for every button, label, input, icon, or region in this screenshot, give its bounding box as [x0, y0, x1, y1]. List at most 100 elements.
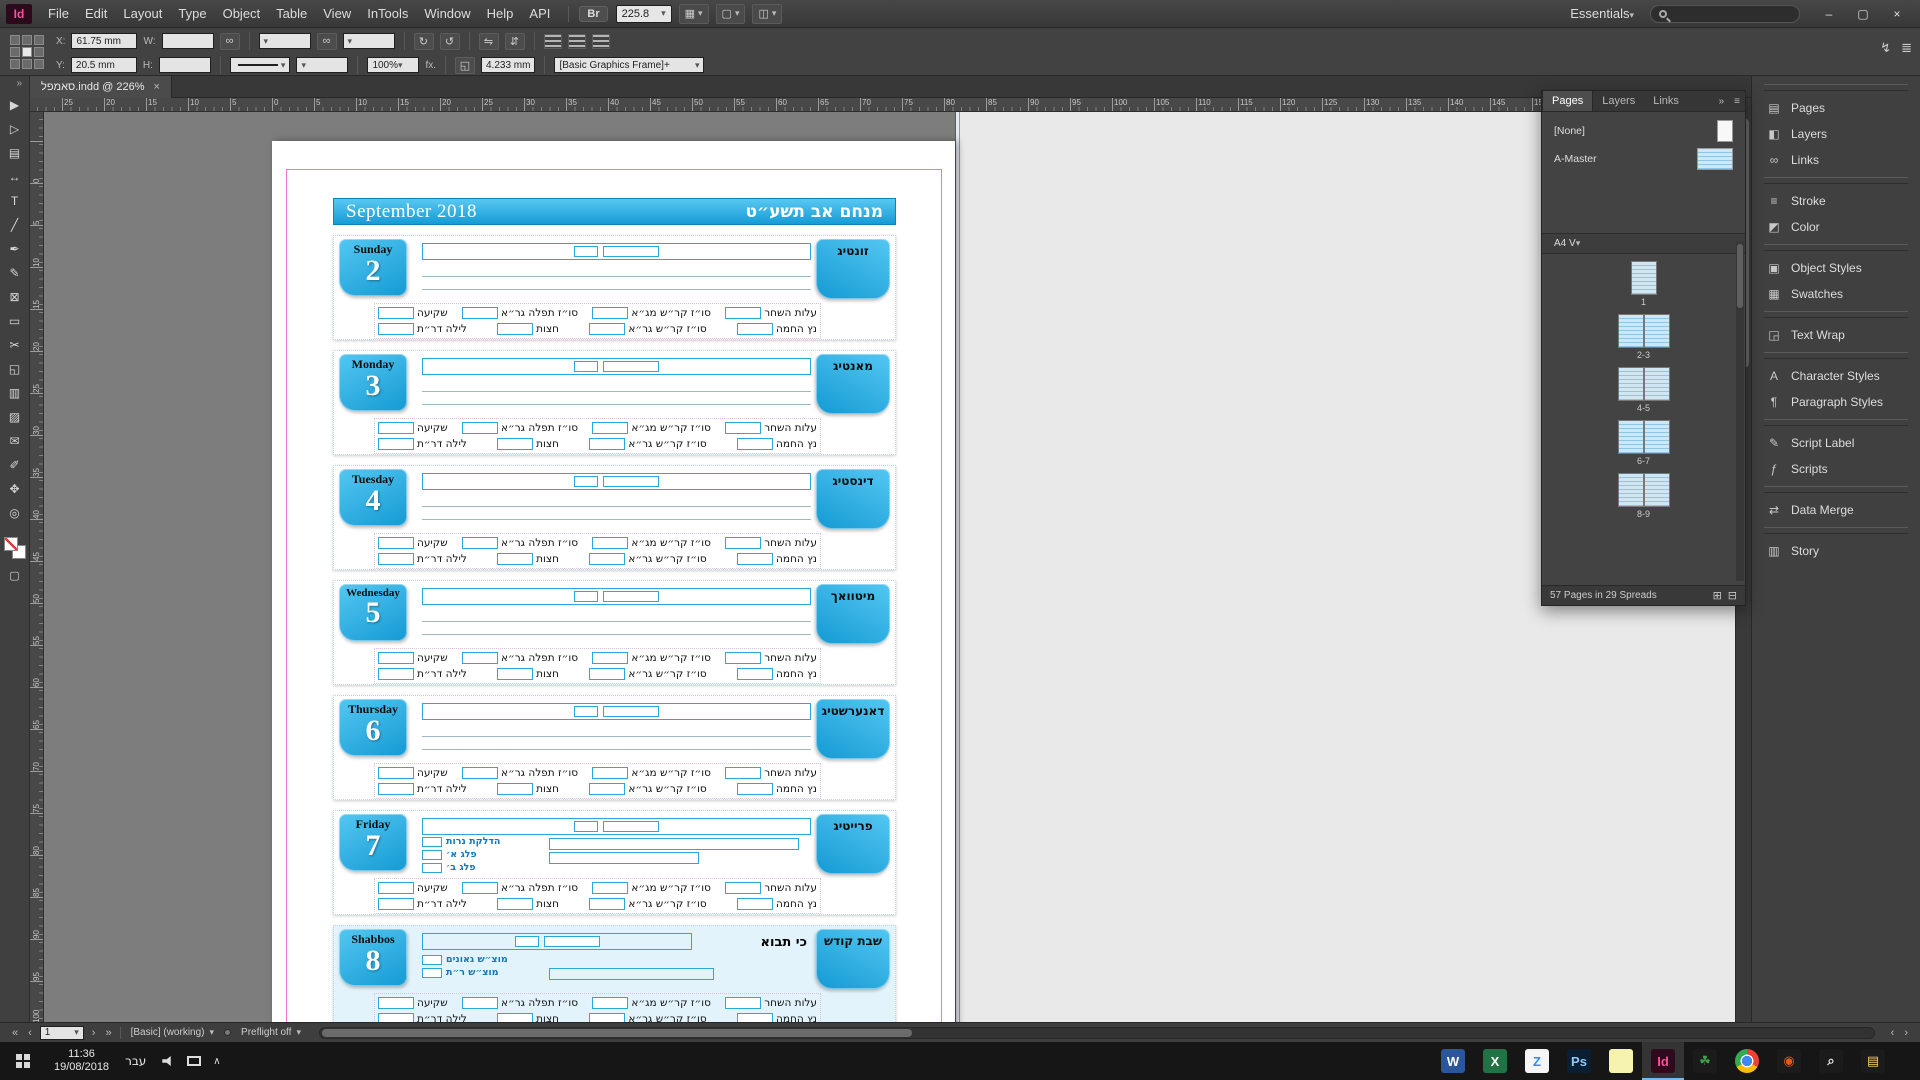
- calendar-day-row[interactable]: Sunday 2 זונטיג עלות השחרסו״ז קר״ש מג״אס…: [333, 235, 896, 340]
- menu-item[interactable]: Edit: [77, 0, 115, 27]
- close-button[interactable]: ×: [1880, 2, 1914, 26]
- master-a-thumbnail[interactable]: [1697, 148, 1733, 170]
- fitting-icons[interactable]: [592, 34, 610, 49]
- menu-item[interactable]: API: [521, 0, 558, 27]
- scroll-left-button[interactable]: ‹: [1889, 1027, 1897, 1039]
- start-button[interactable]: [0, 1042, 46, 1080]
- tab-layers[interactable]: Layers: [1593, 91, 1644, 111]
- dock-grip[interactable]: [1764, 419, 1908, 426]
- calendar-day-row[interactable]: Wednesday 5 מיטוואך עלות השחרסו״ז קר״ש מ…: [333, 580, 896, 685]
- panel-menu-icon[interactable]: ≡: [1729, 96, 1745, 107]
- object-style-dropdown[interactable]: [Basic Graphics Frame]+: [554, 57, 704, 73]
- first-page-button[interactable]: «: [10, 1027, 20, 1039]
- volume-icon[interactable]: [162, 1055, 175, 1067]
- page-thumbnail[interactable]: [1644, 420, 1670, 454]
- pen-tool[interactable]: ✒: [3, 237, 27, 261]
- flip-horizontal-button[interactable]: ⇋: [479, 33, 499, 50]
- pencil-tool[interactable]: ✎: [3, 261, 27, 285]
- taskbar-app[interactable]: [1600, 1042, 1642, 1080]
- page-tool[interactable]: ▤: [3, 141, 27, 165]
- taskbar-app[interactable]: Id: [1642, 1042, 1684, 1080]
- dock-grip[interactable]: [1764, 311, 1908, 318]
- screen-mode-button[interactable]: ▢: [716, 4, 746, 24]
- calendar-day-row[interactable]: Tuesday 4 דינסטיג עלות השחרסו״ז קר״ש מג״…: [333, 465, 896, 570]
- selection-tool[interactable]: ▶: [3, 93, 27, 117]
- dock-panel-character-styles[interactable]: ACharacter Styles: [1752, 363, 1920, 389]
- preflight-dropdown[interactable]: Preflight off: [237, 1027, 305, 1038]
- document-page[interactable]: September 2018 מנחם אב תשע״ט Sunday 2 זו…: [272, 141, 955, 1022]
- menu-item[interactable]: File: [40, 0, 77, 27]
- align-icons[interactable]: [544, 34, 562, 49]
- document-canvas[interactable]: September 2018 מנחם אב תשע״ט Sunday 2 זו…: [44, 112, 1735, 1022]
- dock-grip[interactable]: [1764, 244, 1908, 251]
- hand-tool[interactable]: ✥: [3, 477, 27, 501]
- line-tool[interactable]: ╱: [3, 213, 27, 237]
- opacity-field[interactable]: 100%: [367, 57, 419, 73]
- page-thumbnail-group[interactable]: 4-5: [1542, 367, 1745, 413]
- calendar-header[interactable]: September 2018 מנחם אב תשע״ט: [333, 198, 896, 225]
- taskbar-app[interactable]: [1726, 1042, 1768, 1080]
- dock-panel-layers[interactable]: ◧Layers: [1752, 121, 1920, 147]
- constrain-scale-icon[interactable]: ∞: [317, 33, 337, 50]
- scissors-tool[interactable]: ✂: [3, 333, 27, 357]
- flip-vertical-button[interactable]: ⇵: [505, 33, 525, 50]
- rotation-angle-field[interactable]: [343, 33, 395, 49]
- scrollbar-thumb[interactable]: [322, 1029, 912, 1037]
- type-tool[interactable]: T: [3, 189, 27, 213]
- dock-panel-color[interactable]: ◩Color: [1752, 214, 1920, 240]
- zoom-tool[interactable]: ◎: [3, 501, 27, 525]
- taskbar-app[interactable]: ☘: [1684, 1042, 1726, 1080]
- vertical-ruler[interactable]: 0510152025303540455055606570758085909510…: [30, 112, 44, 1022]
- scale-x-field[interactable]: [259, 33, 311, 49]
- menu-item[interactable]: Table: [268, 0, 315, 27]
- language-indicator[interactable]: עבר: [117, 1054, 154, 1068]
- dock-panel-story[interactable]: ▥Story: [1752, 538, 1920, 564]
- display-icon[interactable]: [187, 1056, 201, 1066]
- menu-item[interactable]: Window: [416, 0, 478, 27]
- view-options-button[interactable]: ▦: [679, 4, 709, 24]
- dock-panel-scripts[interactable]: ƒScripts: [1752, 456, 1920, 482]
- master-none-thumbnail[interactable]: [1717, 120, 1733, 142]
- menu-item[interactable]: InTools: [359, 0, 416, 27]
- taskbar-app[interactable]: ⌕: [1810, 1042, 1852, 1080]
- menu-item[interactable]: View: [315, 0, 359, 27]
- page-thumbnail-group[interactable]: 6-7: [1542, 420, 1745, 466]
- tray-expand-icon[interactable]: ∧: [213, 1056, 220, 1067]
- dock-grip[interactable]: [1764, 486, 1908, 493]
- page-thumbnail[interactable]: [1618, 314, 1644, 348]
- page-thumbnail[interactable]: [1618, 473, 1644, 507]
- gap-tool[interactable]: ↔: [3, 165, 27, 189]
- calendar-day-row[interactable]: Monday 3 מאנטיג עלות השחרסו״ז קר״ש מג״אס…: [333, 350, 896, 455]
- taskbar-clock[interactable]: 11:36 19/08/2018: [46, 1048, 117, 1074]
- panel-scrollbar[interactable]: [1736, 241, 1744, 581]
- page-thumbnail[interactable]: [1618, 367, 1644, 401]
- page-thumbnail-group[interactable]: 2-3: [1542, 314, 1745, 360]
- arrange-documents-button[interactable]: ◫: [752, 4, 782, 24]
- next-page-button[interactable]: ›: [90, 1027, 98, 1039]
- taskbar-app[interactable]: Ps: [1558, 1042, 1600, 1080]
- height-field[interactable]: [159, 57, 211, 73]
- corner-radius-field[interactable]: 4.233 mm: [481, 57, 535, 73]
- page-thumbnail[interactable]: [1631, 261, 1657, 295]
- tab-pages[interactable]: Pages: [1542, 91, 1593, 111]
- workspace-switcher[interactable]: Essentials: [1570, 6, 1638, 21]
- menu-item[interactable]: Layout: [115, 0, 170, 27]
- new-spread-button[interactable]: ⊞: [1713, 589, 1722, 602]
- restore-button[interactable]: ▢: [1846, 2, 1880, 26]
- delete-page-button[interactable]: ⊟: [1728, 589, 1737, 602]
- dock-panel-pages[interactable]: ▤Pages: [1752, 95, 1920, 121]
- page-thumbnail[interactable]: [1618, 420, 1644, 454]
- page-thumbnail-group[interactable]: 1: [1542, 261, 1745, 307]
- dock-panel-text-wrap[interactable]: ◲Text Wrap: [1752, 322, 1920, 348]
- width-field[interactable]: [162, 33, 214, 49]
- eyedropper-tool[interactable]: ✐: [3, 453, 27, 477]
- dock-panel-script-label[interactable]: ✎Script Label: [1752, 430, 1920, 456]
- zoom-level-dropdown[interactable]: 225.8: [616, 5, 672, 23]
- taskbar-app[interactable]: X: [1474, 1042, 1516, 1080]
- stroke-style-dropdown[interactable]: [296, 57, 348, 73]
- taskbar-app[interactable]: ▤: [1852, 1042, 1894, 1080]
- dock-panel-swatches[interactable]: ▦Swatches: [1752, 281, 1920, 307]
- dock-panel-data-merge[interactable]: ⇄Data Merge: [1752, 497, 1920, 523]
- dock-grip[interactable]: [1764, 84, 1908, 91]
- dock-panel-stroke[interactable]: ≡Stroke: [1752, 188, 1920, 214]
